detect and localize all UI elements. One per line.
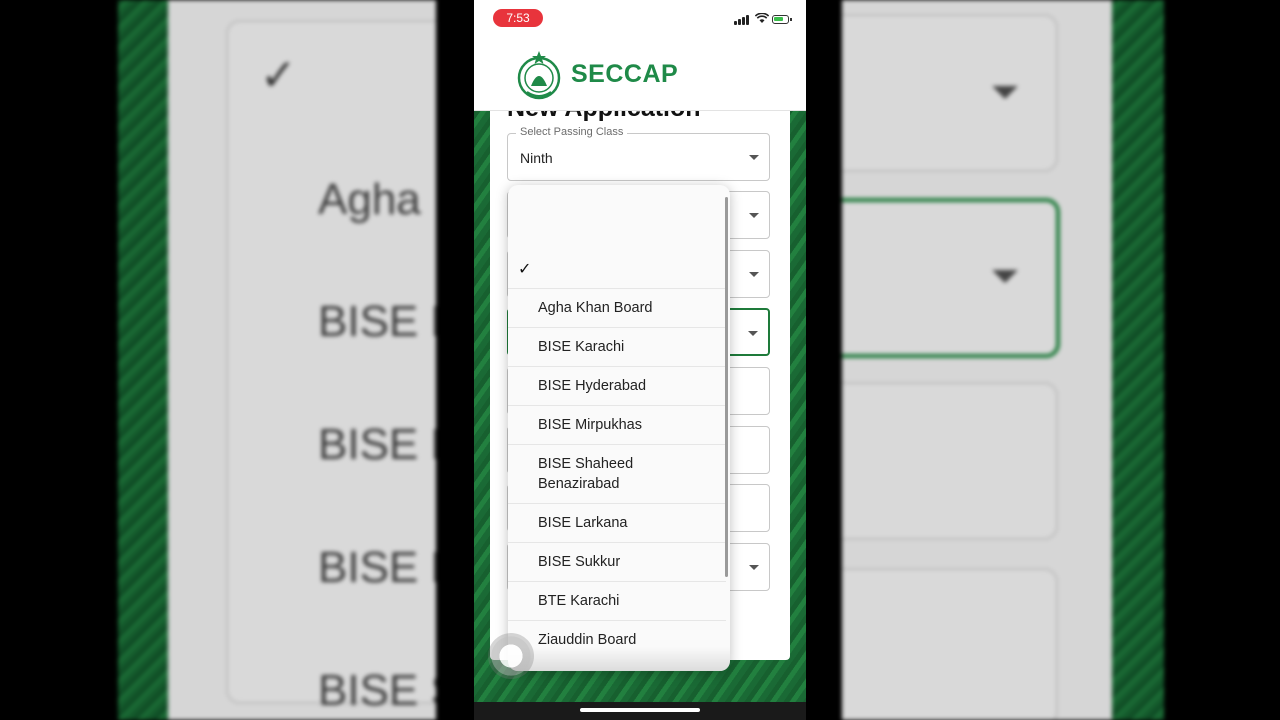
wifi-icon (754, 12, 770, 27)
dropdown-option[interactable]: BISE Mirpukhas (508, 406, 726, 445)
chevron-down-icon (749, 272, 759, 277)
background-zoom-left: ✓ Agha BISE K BISE K BISE M BISE S (118, 0, 436, 720)
chevron-down-icon (749, 155, 759, 160)
dropdown-option[interactable]: BISE Karachi (508, 328, 726, 367)
battery-charging-icon (772, 15, 792, 24)
passing-class-label: Select Passing Class (516, 126, 628, 138)
bg-line: BISE K (318, 420, 436, 469)
bg-caret-icon (992, 270, 1018, 283)
signal-icon (734, 14, 752, 25)
bg-caret-icon (992, 86, 1018, 99)
bg-line: BISE S (318, 666, 436, 715)
status-bar: 7:53 (474, 0, 806, 40)
background-zoom-right (842, 0, 1164, 720)
board-dropdown-list[interactable]: ✓ Agha Khan Board BISE Karachi BISE Hyde… (508, 185, 730, 671)
dropdown-option[interactable]: BISE Shaheed Benazirabad (508, 445, 726, 504)
bg-line: Agha (318, 175, 421, 224)
dropdown-option-blank[interactable]: ✓ (508, 185, 726, 289)
dropdown-option[interactable]: Agha Khan Board (508, 289, 726, 328)
dropdown-option[interactable]: BISE Larkana (508, 504, 726, 543)
app-brand-name: SECCAP (571, 60, 679, 88)
chevron-down-icon (749, 213, 759, 218)
chevron-down-icon (748, 331, 758, 336)
sindh-emblem-logo (517, 51, 561, 100)
status-time: 7:53 (493, 9, 543, 27)
chevron-down-icon (749, 565, 759, 570)
dropdown-option[interactable]: BTE Karachi (508, 582, 726, 621)
touch-indicator (488, 633, 534, 679)
dropdown-scrollbar[interactable] (725, 197, 728, 577)
bg-check-mark: ✓ (260, 51, 297, 100)
passing-class-select[interactable]: Select Passing Class Ninth (507, 126, 770, 181)
checkmark-icon: ✓ (518, 261, 532, 278)
bg-line: BISE M (318, 543, 436, 592)
home-indicator[interactable] (580, 708, 700, 712)
dropdown-option[interactable]: BISE Hyderabad (508, 367, 726, 406)
bg-line: BISE K (318, 297, 436, 346)
background-pattern (1112, 0, 1164, 720)
app-header: SECCAP (474, 40, 806, 111)
dropdown-option[interactable]: BISE Sukkur (508, 543, 726, 582)
passing-class-value: Ninth (520, 150, 553, 166)
